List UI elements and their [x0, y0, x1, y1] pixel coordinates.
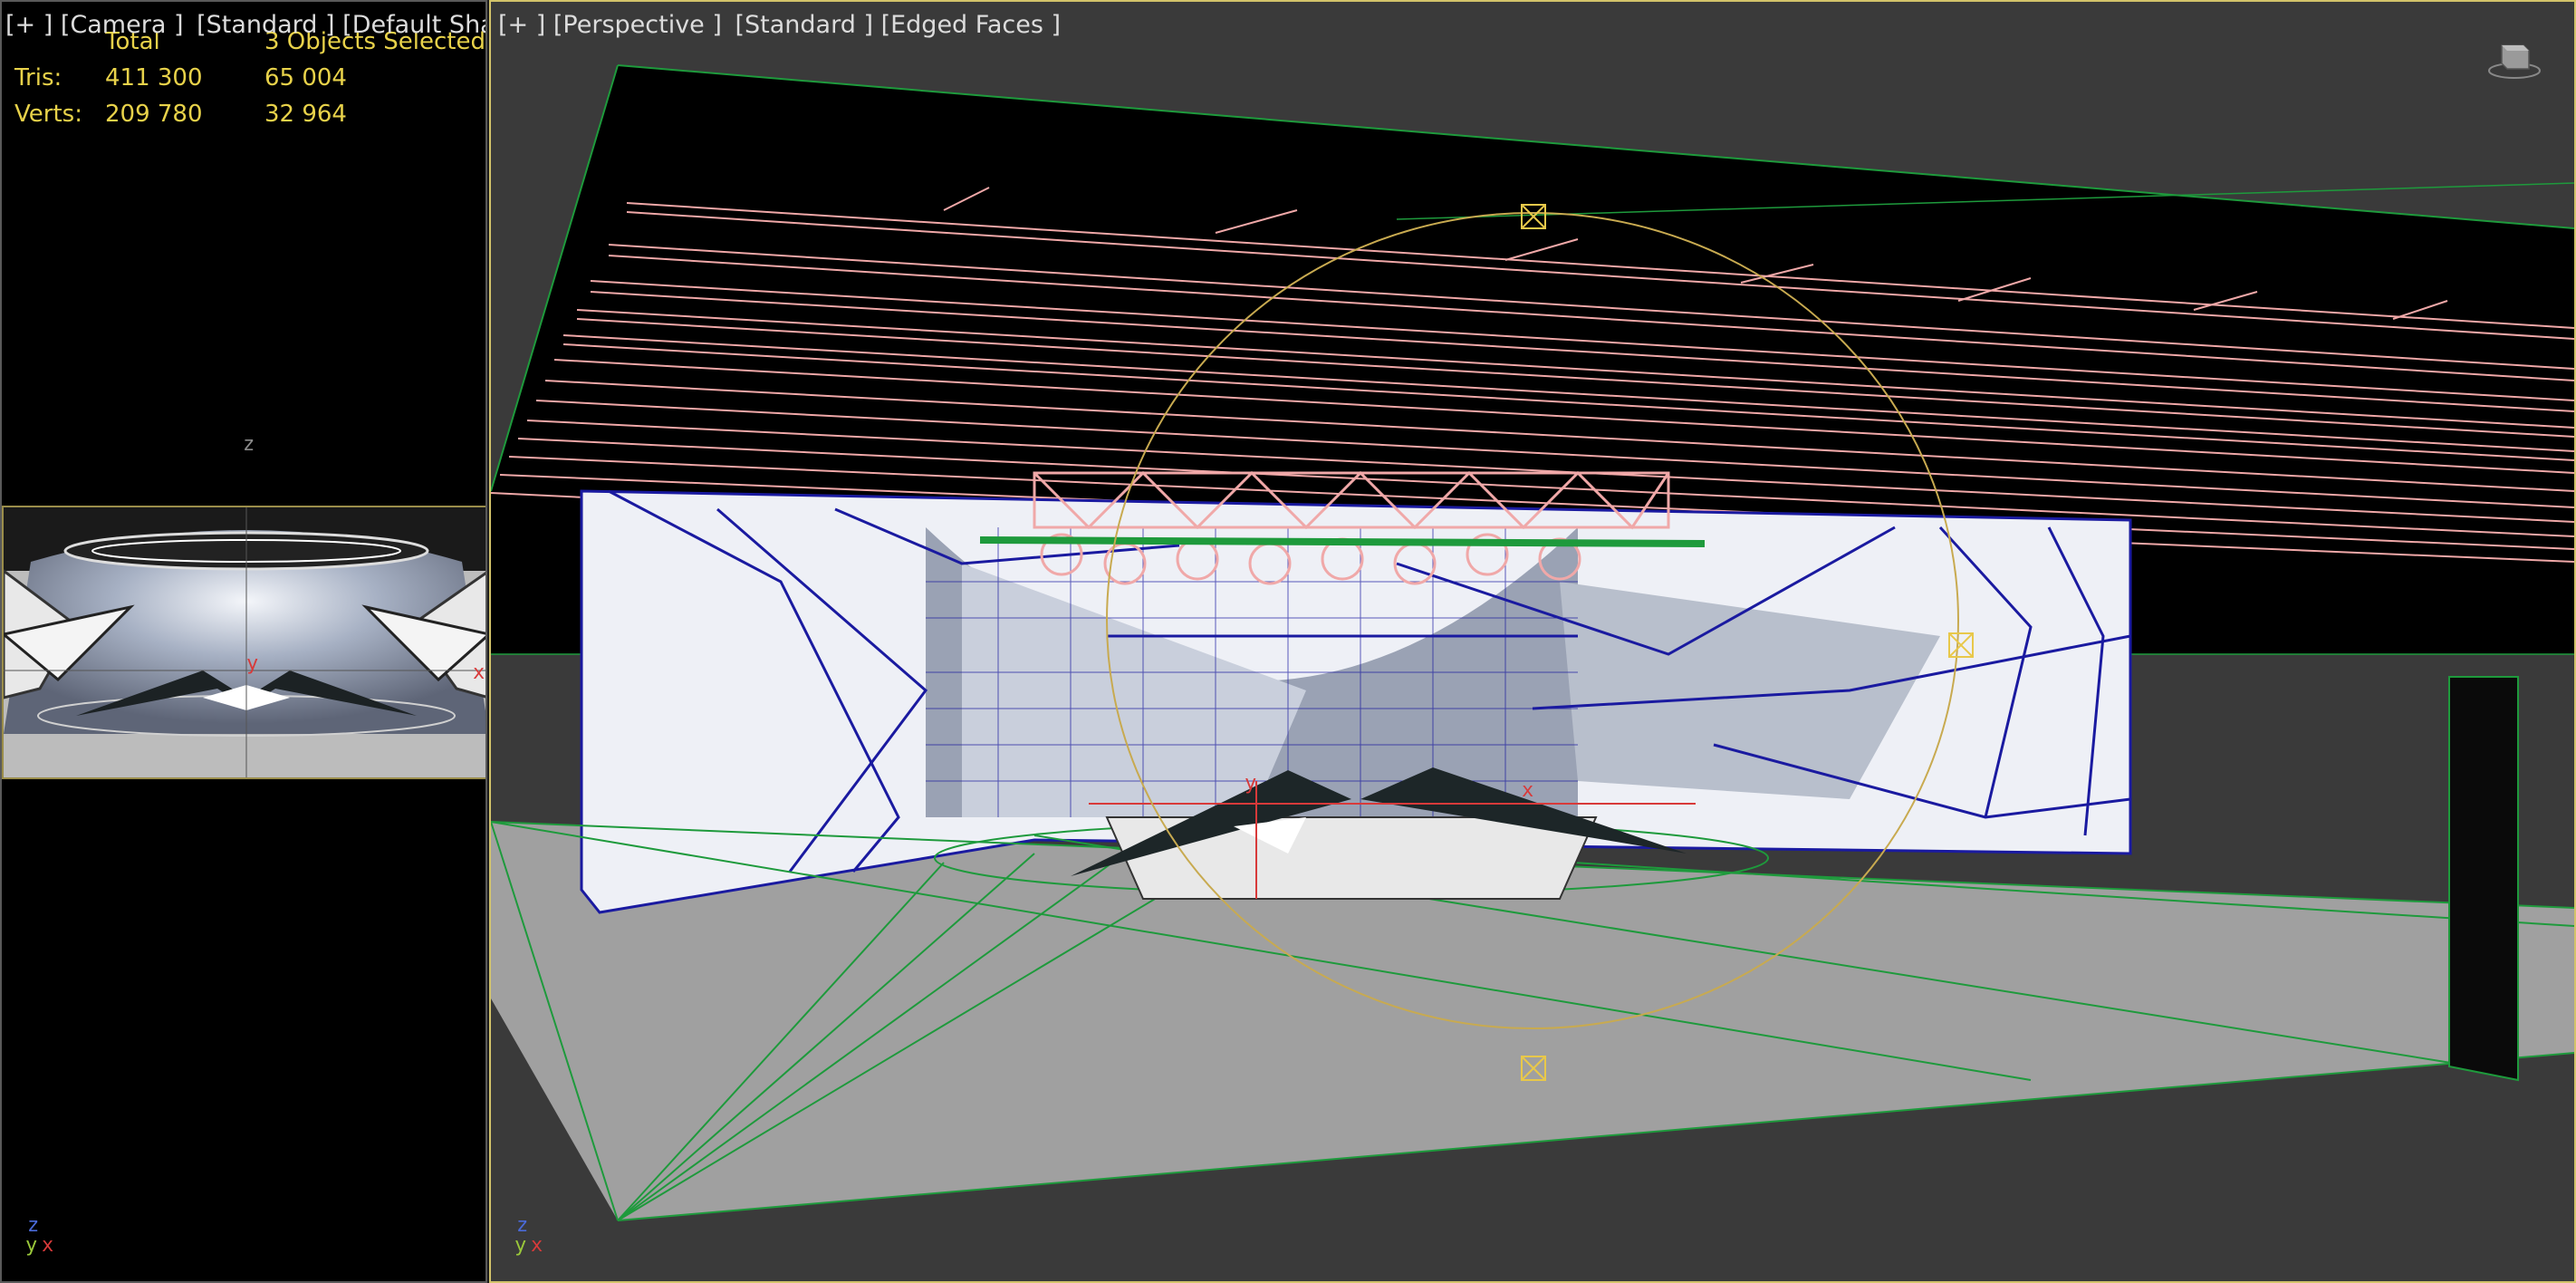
gizmo-y-label: y	[514, 1234, 527, 1257]
stats-verts-selected: 32 964	[264, 101, 347, 128]
viewport-view-menu[interactable]: [Perspective ]	[553, 11, 722, 39]
stats-tris-label: Tris:	[14, 64, 62, 92]
camera-axis-z-label: z	[243, 433, 255, 456]
thumb-axis-y-label: y	[246, 652, 259, 675]
camera-preview-render: y x	[2, 506, 485, 779]
viewport-shading-mode-menu[interactable]: [Default Shadin	[342, 11, 485, 39]
viewcube-icon[interactable]	[2487, 38, 2542, 80]
viewport-shading-quality-menu[interactable]: [Standard ]	[735, 11, 873, 39]
gizmo-x-label: x	[531, 1234, 543, 1257]
gizmo-y-label: y	[25, 1234, 38, 1257]
viewport-menu-plus[interactable]: [+ ]	[498, 11, 545, 39]
viewport-menu-plus[interactable]: [+ ]	[5, 11, 53, 39]
viewport-shading-quality-menu[interactable]: [Standard ]	[197, 11, 334, 39]
camera-viewport[interactable]: Total 3 Objects Selected Tris: 411 300 6…	[0, 0, 487, 1283]
stats-tris-total: 411 300	[105, 64, 203, 92]
scene-axis-x-label: x	[1522, 779, 1534, 802]
gizmo-x-label: x	[42, 1234, 54, 1257]
viewport-shading-mode-menu[interactable]: [Edged Faces ]	[881, 11, 1061, 39]
stats-verts-label: Verts:	[14, 101, 82, 128]
perspective-viewport-label: [+ ] [Perspective ] [Standard ] [Edged F…	[498, 11, 1061, 39]
camera-viewport-label: [+ ] [Camera ] [Standard ] [Default Shad…	[5, 11, 485, 39]
stats-overlay: Total 3 Objects Selected Tris: 411 300 6…	[14, 24, 485, 132]
camera-preview-image	[4, 507, 485, 777]
perspective-viewport[interactable]: y x [+ ] [Perspective ] [Standard ] [Edg…	[489, 0, 2576, 1283]
scene-axis-y-label: y	[1245, 772, 1257, 795]
stats-verts-total: 209 780	[105, 101, 203, 128]
thumb-axis-x-label: x	[473, 661, 485, 684]
perspective-scene	[491, 2, 2574, 1281]
stats-tris-selected: 65 004	[264, 64, 347, 92]
viewport-view-menu[interactable]: [Camera ]	[61, 11, 184, 39]
